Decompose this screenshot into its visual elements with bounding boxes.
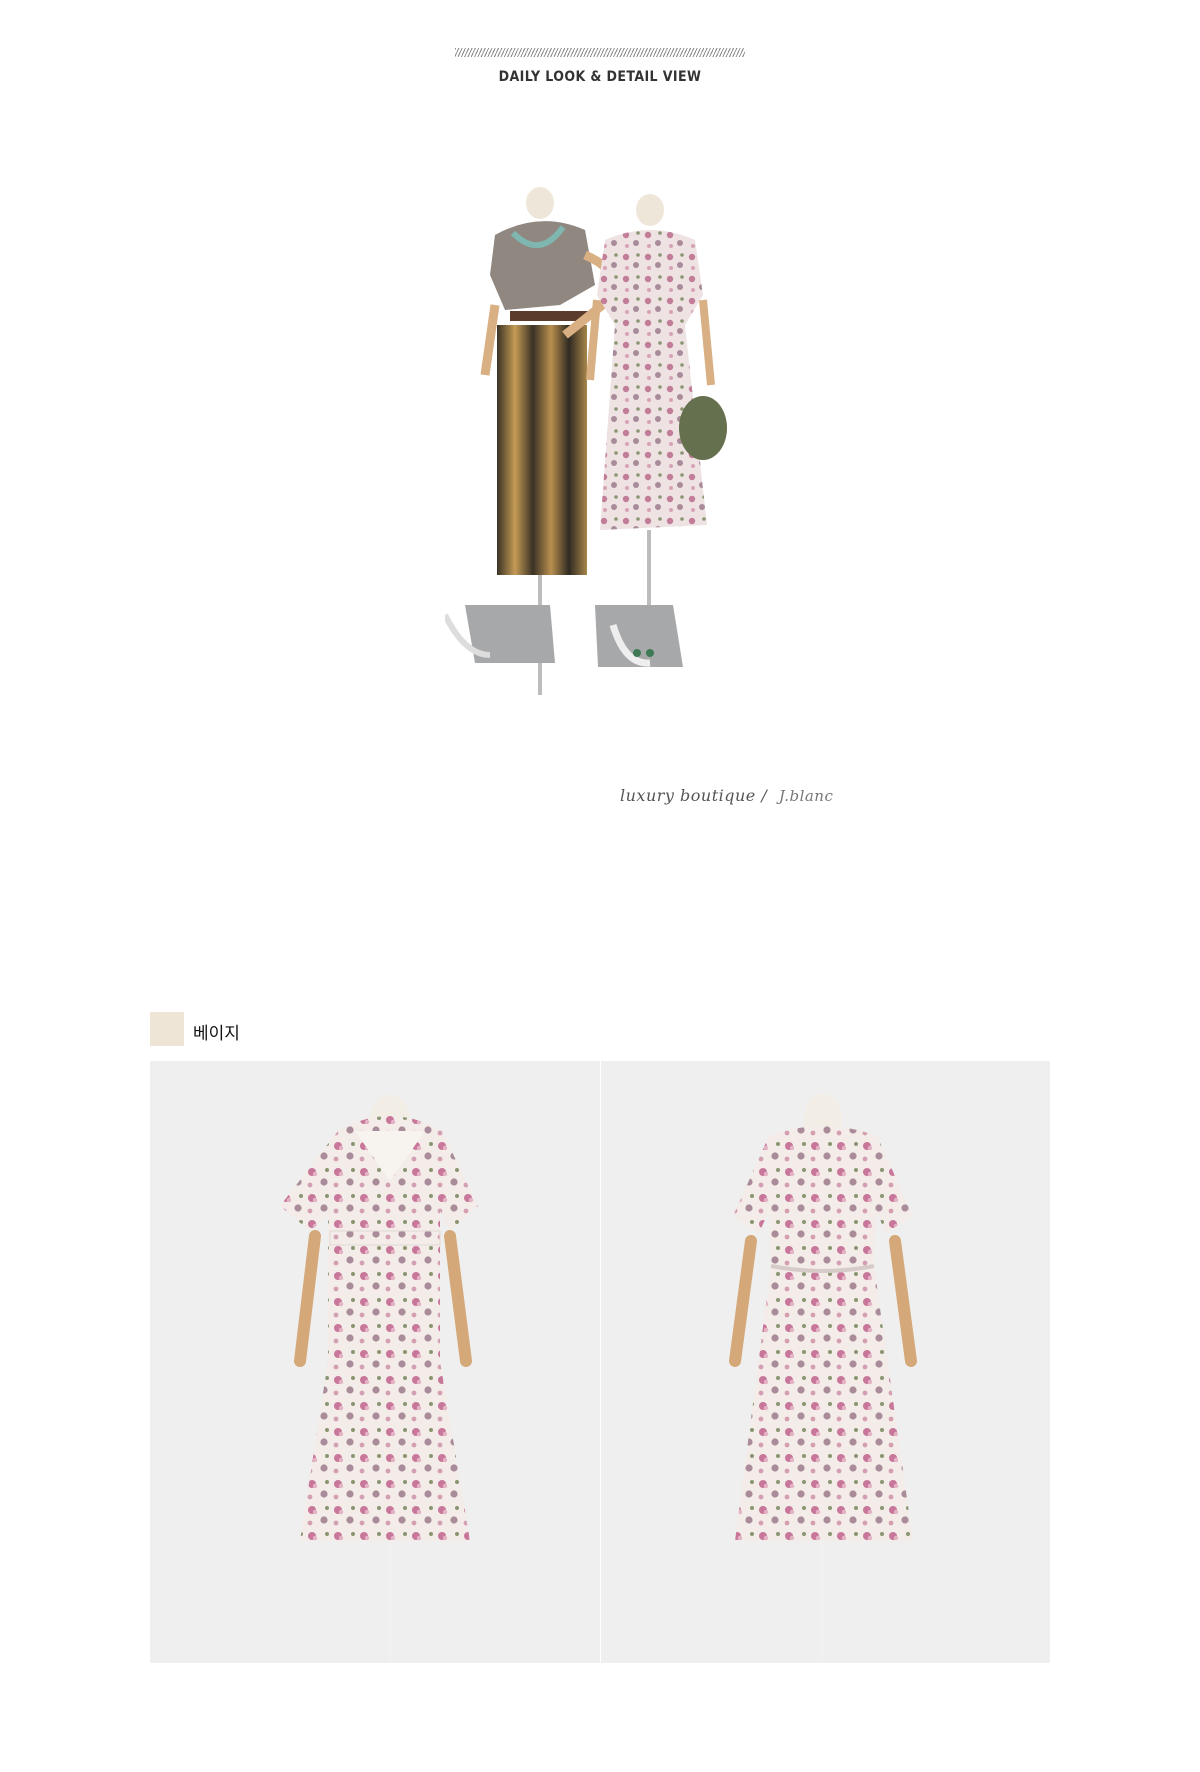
title-decoration bbox=[455, 48, 745, 57]
dress-back-photo bbox=[601, 1061, 1050, 1663]
brand-caption: luxury boutique / J.blanc bbox=[620, 786, 833, 805]
color-swatch bbox=[150, 1012, 184, 1046]
color-label: 베이지 bbox=[193, 1024, 240, 1044]
caption-text: luxury boutique bbox=[620, 786, 756, 805]
caption-separator: / bbox=[761, 786, 768, 805]
signature-logo: J.blanc bbox=[778, 787, 834, 805]
dress-front-photo bbox=[150, 1061, 600, 1663]
section-title: DAILY LOOK & DETAIL VIEW bbox=[498, 69, 702, 85]
daily-look-photo bbox=[445, 185, 775, 760]
